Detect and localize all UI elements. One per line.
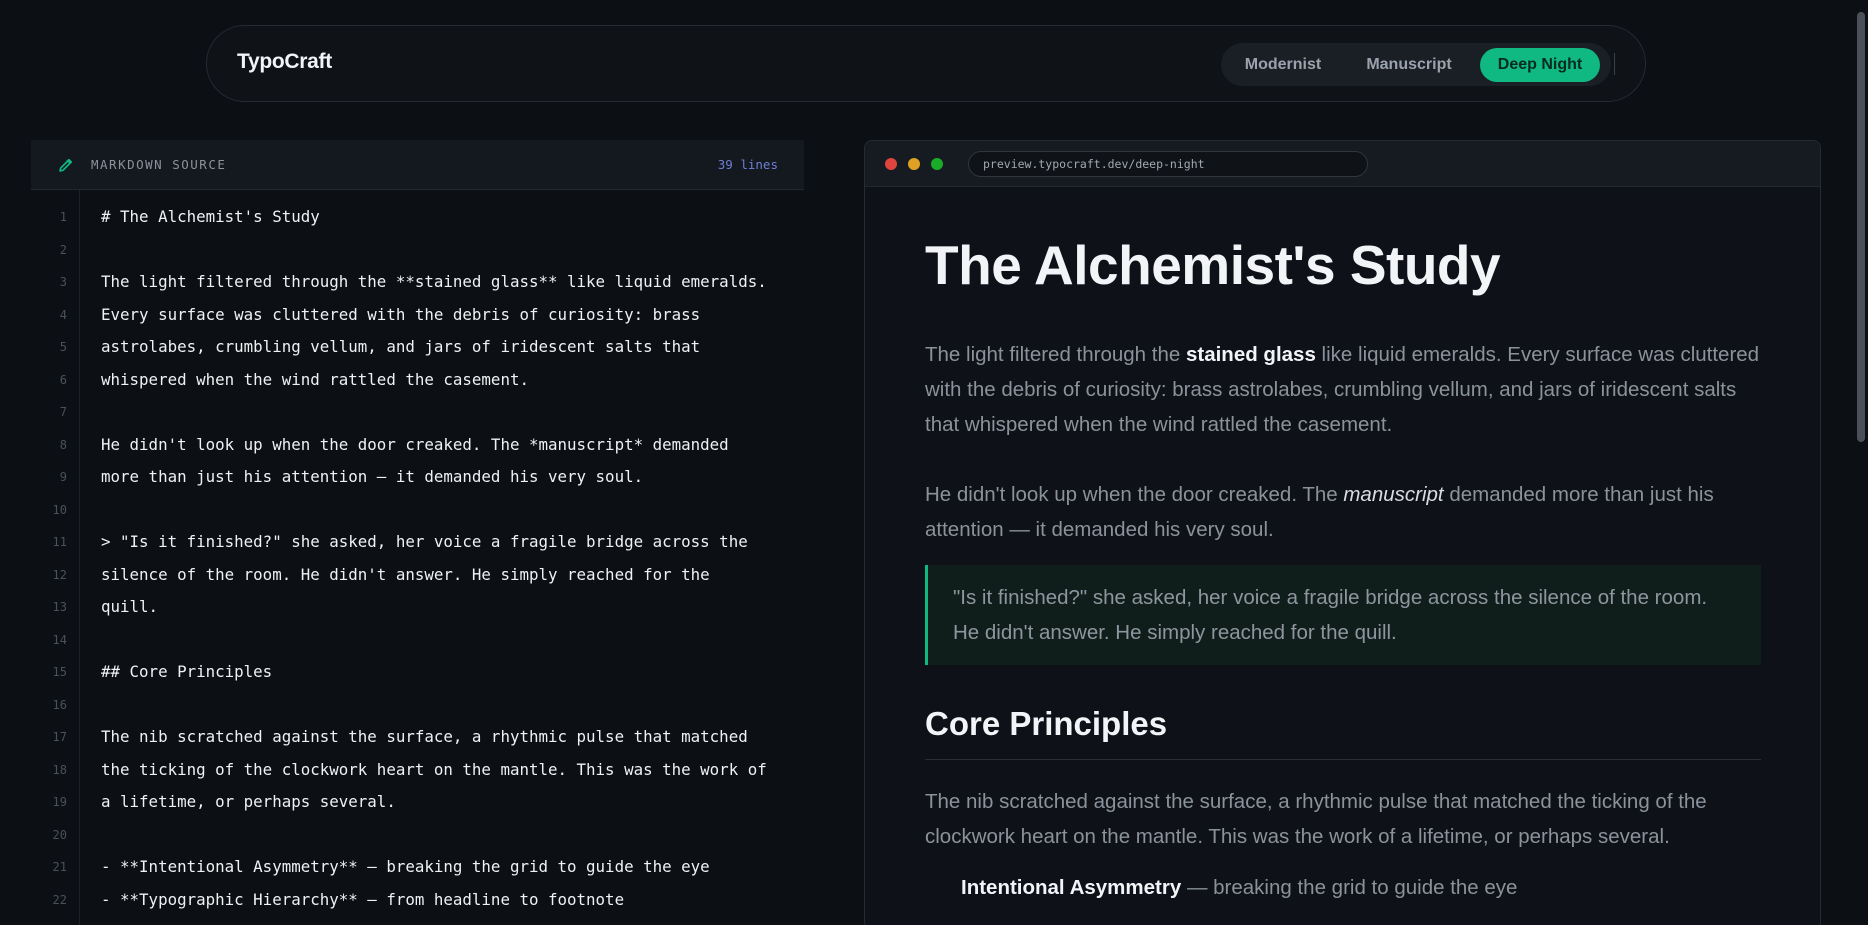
- code-line[interactable]: 11 > "Is it finished?" she asked, her voi…: [31, 527, 804, 560]
- line-text: a lifetime, or perhaps several.: [101, 792, 396, 811]
- code-line[interactable]: 19 a lifetime, or perhaps several.: [31, 787, 804, 820]
- bold-text: Intentional Asymmetry: [961, 876, 1182, 899]
- close-dot-icon[interactable]: [885, 158, 897, 170]
- code-area[interactable]: 1 # The Alchemist's Study 2 3 The light filt…: [31, 190, 804, 925]
- code-line[interactable]: 14: [31, 625, 804, 658]
- line-text: quill.: [101, 597, 159, 616]
- line-number: 7: [59, 405, 67, 419]
- line-text: astrolabes, crumbling vellum, and jars o…: [101, 337, 701, 356]
- code-line[interactable]: 9 more than just his attention — it deman…: [31, 462, 804, 495]
- line-text: He didn't look up when the door creaked.…: [101, 434, 729, 454]
- line-number: 18: [52, 762, 67, 777]
- scroll-thumb[interactable]: [1857, 12, 1865, 442]
- code-line[interactable]: 2: [31, 235, 804, 268]
- text: He didn't look up when the door creaked.…: [925, 483, 1344, 506]
- markdown-editor: MARKDOWN SOURCE 39 lines 1 # The Alchemis…: [31, 140, 804, 925]
- theme-manuscript-button[interactable]: Manuscript: [1349, 48, 1469, 82]
- preview-titlebar: preview.typocraft.dev/deep-night: [865, 141, 1820, 187]
- code-line[interactable]: 10: [31, 495, 804, 528]
- line-number: 20: [52, 827, 67, 842]
- bold-text: stained glass: [1185, 343, 1316, 366]
- page-title: The Alchemist's Study: [925, 234, 1501, 296]
- code-line[interactable]: 7: [31, 397, 804, 430]
- code-line[interactable]: 1 # The Alchemist's Study: [31, 202, 804, 235]
- line-number: 15: [52, 665, 67, 679]
- line-number: 17: [52, 730, 67, 744]
- code-line[interactable]: 21 - **Intentional Asymmetry** — breaking…: [31, 852, 804, 885]
- section-heading: Core Principles: [925, 705, 1761, 760]
- line-text: - **Intentional Asymmetry** — breaking t…: [101, 857, 710, 876]
- line-number: 8: [59, 437, 67, 452]
- paragraph: The nib scratched against the surface, a…: [925, 790, 1707, 848]
- code-line[interactable]: 4 Every surface was cluttered with the de…: [31, 300, 804, 333]
- address-bar[interactable]: preview.typocraft.dev/deep-night: [968, 151, 1368, 177]
- theme-switcher: Modernist Manuscript Deep Night: [1221, 43, 1611, 86]
- line-number: 5: [59, 340, 67, 354]
- line-text: ## Core Principles: [101, 662, 273, 681]
- logo[interactable]: TypoCraft: [237, 50, 332, 74]
- line-text: The nib scratched against the surface, a…: [101, 727, 748, 746]
- line-text: silence of the room. He didn't answer. H…: [101, 564, 710, 584]
- line-number: 13: [52, 600, 67, 614]
- editor-title: MARKDOWN SOURCE: [91, 157, 227, 172]
- line-number: 4: [59, 307, 67, 322]
- italic-text: manuscript: [1343, 483, 1444, 506]
- code-line[interactable]: 13 quill.: [31, 592, 804, 625]
- line-text: > "Is it finished?" she asked, her voice…: [101, 532, 748, 551]
- line-number: 16: [52, 697, 67, 712]
- code-line[interactable]: 22 - **Typographic Hierarchy** — from hea…: [31, 885, 804, 918]
- maximize-dot-icon[interactable]: [931, 158, 943, 170]
- text: The light filtered through the: [925, 343, 1186, 366]
- code-line[interactable]: 17 The nib scratched against the surface,…: [31, 722, 804, 755]
- top-nav: TypoCraft Modernist Manuscript Deep Nigh…: [206, 25, 1646, 102]
- code-line[interactable]: 20: [31, 820, 804, 853]
- preview-window: preview.typocraft.dev/deep-night The Alc…: [864, 140, 1821, 925]
- line-number: 14: [52, 632, 67, 647]
- line-text: more than just his attention — it demand…: [101, 467, 644, 486]
- code-line[interactable]: 16: [31, 690, 804, 723]
- line-text: The light filtered through the **stained…: [101, 272, 767, 291]
- line-number: 1: [59, 210, 67, 224]
- line-text: whispered when the wind rattled the case…: [101, 369, 529, 389]
- line-text: - **Typographic Hierarchy** — from headl…: [101, 889, 625, 909]
- paragraph: He didn't look up when the door creaked.…: [925, 477, 1761, 547]
- line-number: 3: [59, 275, 67, 289]
- line-number: 2: [59, 242, 67, 257]
- list-item: Intentional Asymmetry — breaking the gri…: [961, 876, 1517, 900]
- line-number: 12: [52, 567, 67, 582]
- divider: [1614, 53, 1615, 75]
- line-number: 11: [52, 535, 67, 549]
- line-count: 39 lines: [717, 157, 778, 172]
- line-number: 10: [52, 502, 67, 517]
- line-number: 19: [52, 795, 67, 809]
- code-line[interactable]: 5 astrolabes, crumbling vellum, and jars …: [31, 332, 804, 365]
- line-text: # The Alchemist's Study: [101, 207, 320, 226]
- theme-deep-night-button[interactable]: Deep Night: [1480, 48, 1600, 82]
- line-number: 21: [52, 860, 67, 874]
- pencil-icon: [59, 158, 73, 172]
- line-number: 22: [52, 892, 67, 907]
- line-text: Every surface was cluttered with the deb…: [101, 304, 701, 324]
- code-line[interactable]: 12 silence of the room. He didn't answer.…: [31, 560, 804, 593]
- minimize-dot-icon[interactable]: [908, 158, 920, 170]
- editor-header: MARKDOWN SOURCE 39 lines: [31, 140, 804, 190]
- theme-modernist-button[interactable]: Modernist: [1231, 48, 1335, 82]
- page-scrollbar[interactable]: [1854, 0, 1868, 925]
- line-number: 6: [59, 372, 67, 387]
- blockquote: "Is it finished?" she asked, her voice a…: [925, 565, 1761, 665]
- paragraph: The light filtered through the stained g…: [925, 337, 1761, 442]
- code-line[interactable]: 8 He didn't look up when the door creaked…: [31, 430, 804, 463]
- text: — breaking the grid to guide the eye: [1181, 876, 1518, 899]
- code-line[interactable]: 6 whispered when the wind rattled the cas…: [31, 365, 804, 398]
- code-line[interactable]: 15 ## Core Principles: [31, 657, 804, 690]
- line-number: 9: [59, 470, 67, 484]
- code-line[interactable]: 3 The light filtered through the **staine…: [31, 267, 804, 300]
- code-line[interactable]: 18 the ticking of the clockwork heart on …: [31, 755, 804, 788]
- line-text: the ticking of the clockwork heart on th…: [101, 759, 767, 779]
